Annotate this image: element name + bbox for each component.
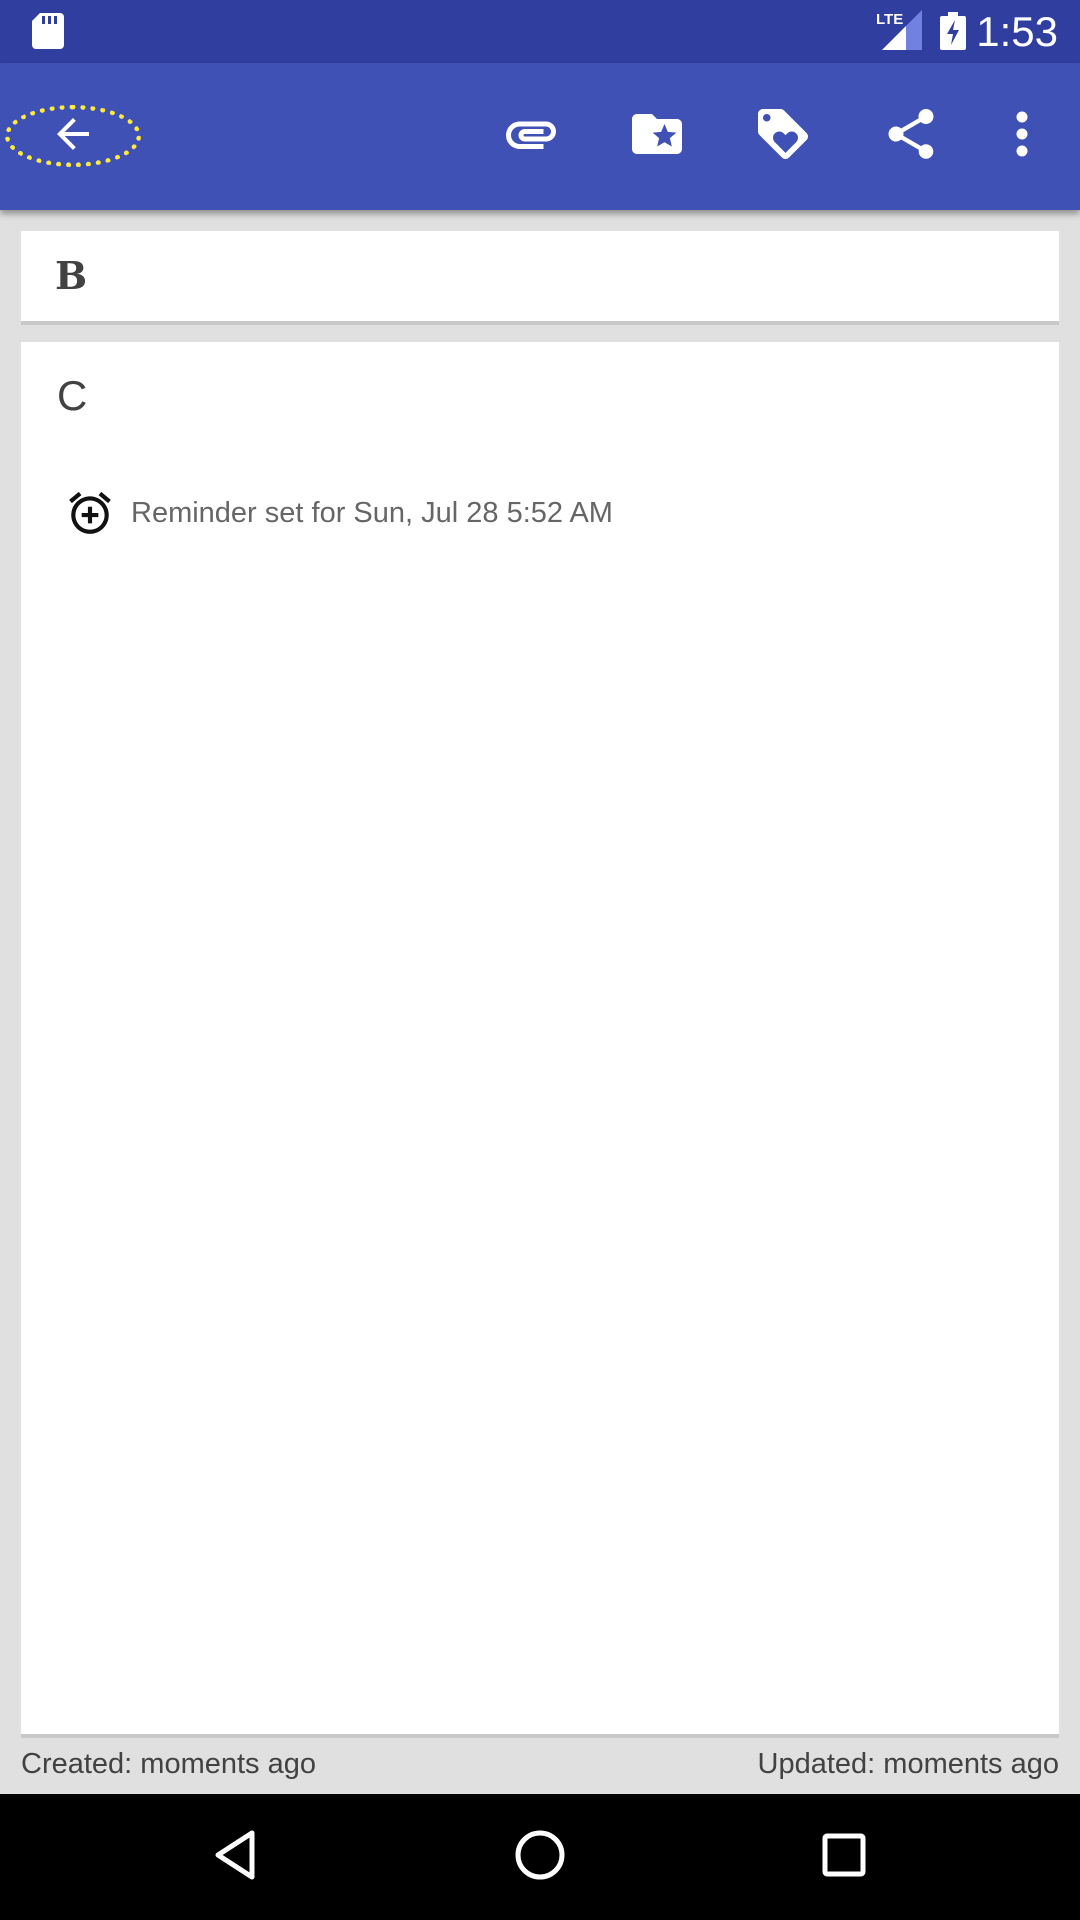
reminder-row[interactable]: Reminder set for Sun, Jul 28 5:52 AM [65,486,613,540]
reminder-text: Reminder set for Sun, Jul 28 5:52 AM [131,496,613,529]
note-content: C [57,372,88,419]
share-button[interactable] [866,63,956,210]
status-bar: LTE 1:53 [0,0,1080,63]
lte-signal-icon: LTE [876,10,922,57]
attachment-icon [501,104,561,169]
updated-timestamp: Updated: moments ago [757,1748,1059,1780]
attach-button[interactable] [486,63,576,210]
created-timestamp: Created: moments ago [21,1748,316,1780]
nav-recents-icon [820,1831,868,1884]
folder-star-icon [627,104,687,169]
nav-recents-button[interactable] [784,1794,904,1920]
svg-text:LTE: LTE [876,11,903,28]
back-button[interactable] [0,63,146,210]
highlight-ring [5,105,141,167]
note-title-field[interactable]: B [21,231,1059,325]
navigation-bar [0,1794,1080,1920]
alarm-add-icon [65,488,115,538]
more-vert-icon [1015,110,1029,163]
share-icon [881,104,941,169]
battery-charging-icon [940,12,966,55]
tag-button[interactable] [738,63,828,210]
toolbar [0,63,1080,210]
note-content-field[interactable]: C Reminder set for Sun, Jul 28 5:52 AM [21,342,1059,1738]
nav-back-button[interactable] [176,1794,296,1920]
nav-back-icon [212,1829,260,1886]
sd-card-icon [32,13,64,54]
category-button[interactable] [612,63,702,210]
more-options-button[interactable] [1000,63,1044,210]
tag-heart-icon [753,104,813,169]
note-title: B [55,253,88,298]
nav-home-button[interactable] [480,1794,600,1920]
status-time: 1:53 [976,8,1058,55]
nav-home-icon [514,1829,566,1886]
